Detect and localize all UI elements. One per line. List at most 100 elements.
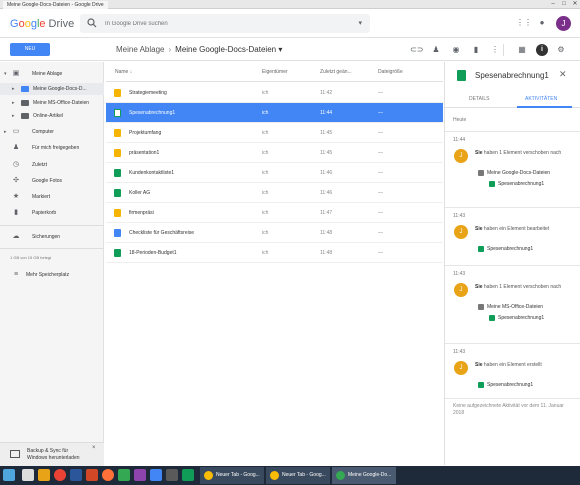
trash-icon[interactable]: ▮ <box>470 44 482 56</box>
close-window-icon[interactable]: ✕ <box>570 0 580 8</box>
breadcrumb-current[interactable]: Meine Google-Docs-Dateien ▾ <box>175 45 282 54</box>
office-icon[interactable] <box>86 469 98 481</box>
preview-eye-icon[interactable]: ◉ <box>450 44 462 56</box>
sidebar-item-backups[interactable]: ☁ Sicherungen <box>0 231 104 243</box>
maximize-icon[interactable]: □ <box>559 0 569 8</box>
drive-icon <box>336 471 345 480</box>
table-row[interactable]: Kundenkontaktliste1 ich 11:46 — <box>106 163 443 183</box>
activity-text: Sie haben ein Element bearbeitet <box>475 225 573 233</box>
share-icon[interactable]: ♟ <box>430 44 442 56</box>
sidebar-item-computers[interactable]: ▸ ▭ Computer <box>0 126 104 138</box>
notifications-icon[interactable]: ● <box>536 17 548 29</box>
sidebar-item-more-storage[interactable]: ≡ Mehr Speicherplatz <box>0 269 104 281</box>
activity-file-label: Spesenabrechnung1 <box>498 315 545 321</box>
activity-file[interactable]: Spesenabrechnung1 <box>489 180 544 188</box>
activity-action: haben ein Element erstellt <box>483 362 542 368</box>
close-icon[interactable]: ✕ <box>559 69 567 80</box>
folder-icon[interactable] <box>38 469 50 481</box>
expand-arrow-icon[interactable]: ▸ <box>12 110 15 122</box>
sidebar-item-shared[interactable]: ♟ Für mich freigegeben <box>0 142 104 154</box>
sidebar-item-online-articles[interactable]: ▸ Online-Artikel <box>0 110 104 122</box>
file-explorer-icon[interactable] <box>22 469 34 481</box>
sidebar-item-starred[interactable]: ★ Markiert <box>0 191 104 203</box>
app-icon[interactable] <box>166 469 178 481</box>
search-icon[interactable] <box>87 18 97 28</box>
file-list: Name ↓ Eigentümer Zuletzt geän... Dateig… <box>106 62 443 465</box>
sidebar-item-photos[interactable]: ✣ Google Fotos <box>0 175 104 187</box>
settings-gear-icon[interactable]: ⚙ <box>555 44 567 56</box>
info-icon[interactable]: i <box>536 44 548 56</box>
docs-file-icon <box>114 229 121 237</box>
activity-text: Sie haben 1 Element verschoben nach <box>475 283 573 291</box>
sidebar-item-recent[interactable]: ◷ Zuletzt <box>0 159 104 171</box>
search-options-icon[interactable]: ▾ <box>358 19 362 27</box>
activity-folder[interactable]: Meine Google-Docs-Dateien <box>478 169 550 177</box>
folder-icon <box>478 170 484 176</box>
sidebar-item-label: Für mich freigegeben <box>32 145 80 151</box>
backup-sync-banner[interactable]: Backup & Sync für Windows herunterladen … <box>0 442 104 467</box>
sidebar-divider <box>0 248 104 249</box>
app-icon[interactable] <box>134 469 146 481</box>
table-row[interactable]: präsentation1 ich 11:45 — <box>106 143 443 163</box>
sidebar-item-my-drive[interactable]: ▾ ▣ Meine Ablage <box>0 68 104 80</box>
file-modified: 11:47 <box>320 210 333 216</box>
table-row[interactable]: Checkliste für Geschäftsreise ich 11:48 — <box>106 223 443 243</box>
sidebar-item-ms-office-folder[interactable]: ▸ Meine MS-Office-Dateien <box>0 97 104 109</box>
grid-view-icon[interactable]: ▦ <box>516 44 528 56</box>
sidebar-item-label: Zuletzt <box>32 162 48 168</box>
sidebar-item-label: Meine MS-Office-Dateien <box>33 100 90 106</box>
start-button[interactable] <box>3 469 15 481</box>
firefox-icon[interactable] <box>102 469 114 481</box>
table-row[interactable]: Koller AG ich 11:46 — <box>106 183 443 203</box>
activity-avatar: J <box>454 225 468 239</box>
column-modified[interactable]: Zuletzt geän... <box>320 69 352 75</box>
tab-details[interactable]: DETAILS <box>469 96 489 102</box>
account-avatar[interactable]: J <box>556 16 571 31</box>
table-row[interactable]: Spesenabrechnung1 ich 11:44 — <box>106 103 443 123</box>
activity-actor: Sie <box>475 284 483 290</box>
file-owner: ich <box>262 150 269 156</box>
column-name[interactable]: Name ↓ <box>115 69 132 75</box>
expand-arrow-icon[interactable]: ▸ <box>12 83 15 95</box>
search-box[interactable]: ▾ <box>80 14 370 33</box>
activity-file[interactable]: Spesenabrechnung1 <box>478 381 533 389</box>
taskbar-task[interactable]: Neuer Tab - Goog... <box>266 467 330 484</box>
details-title: Spesenabrechnung1 <box>475 71 549 80</box>
expand-arrow-icon[interactable]: ▸ <box>4 126 7 138</box>
minimize-icon[interactable]: – <box>548 0 558 8</box>
tab-activity[interactable]: AKTIVITÄTEN <box>525 96 557 102</box>
search-input[interactable] <box>105 18 345 29</box>
app-icon[interactable] <box>150 469 162 481</box>
file-modified: 11:45 <box>320 150 333 156</box>
activity-file[interactable]: Spesenabrechnung1 <box>478 245 533 253</box>
app-icon[interactable] <box>118 469 130 481</box>
file-modified: 11:48 <box>320 250 333 256</box>
activity-time: 11:43 <box>453 349 466 355</box>
trash-icon: ▮ <box>14 209 18 216</box>
breadcrumb-root[interactable]: Meine Ablage <box>116 45 164 54</box>
taskbar-task[interactable]: Neuer Tab - Goog... <box>200 467 264 484</box>
activity-file[interactable]: Spesenabrechnung1 <box>489 314 545 322</box>
sidebar-item-google-docs-folder[interactable]: ▸ Meine Google-Docs-D... <box>0 83 104 95</box>
apps-grid-icon[interactable]: ⋮⋮ <box>516 17 532 29</box>
storage-icon: ≡ <box>13 271 19 278</box>
close-icon[interactable]: × <box>92 445 96 451</box>
table-row[interactable]: firmenpräsi ich 11:47 — <box>106 203 443 223</box>
activity-folder[interactable]: Meine MS-Office-Dateien <box>478 303 543 311</box>
more-actions-icon[interactable]: ⋮ <box>489 44 501 56</box>
expand-arrow-icon[interactable]: ▸ <box>12 97 15 109</box>
file-size: — <box>378 210 383 216</box>
google-drive-logo[interactable]: Google Drive <box>10 18 74 30</box>
sidebar-item-trash[interactable]: ▮ Papierkorb <box>0 207 104 219</box>
chrome-icon[interactable] <box>54 469 66 481</box>
expand-arrow-icon[interactable]: ▾ <box>4 68 7 80</box>
shared-people-icon: ♟ <box>12 144 20 151</box>
table-row[interactable]: Strategiemeeting ich 11:42 — <box>106 83 443 103</box>
new-button[interactable]: NEU <box>10 43 50 56</box>
table-row[interactable]: 18-Perioden-Budget1 ich 11:48 — <box>106 243 443 263</box>
table-row[interactable]: Projektumfang ich 11:45 — <box>106 123 443 143</box>
app-icon[interactable] <box>182 469 194 481</box>
outlook-icon[interactable] <box>70 469 82 481</box>
link-icon[interactable]: ⊂⊃ <box>410 44 423 56</box>
taskbar-task[interactable]: Meine Google-Do... <box>332 467 396 484</box>
